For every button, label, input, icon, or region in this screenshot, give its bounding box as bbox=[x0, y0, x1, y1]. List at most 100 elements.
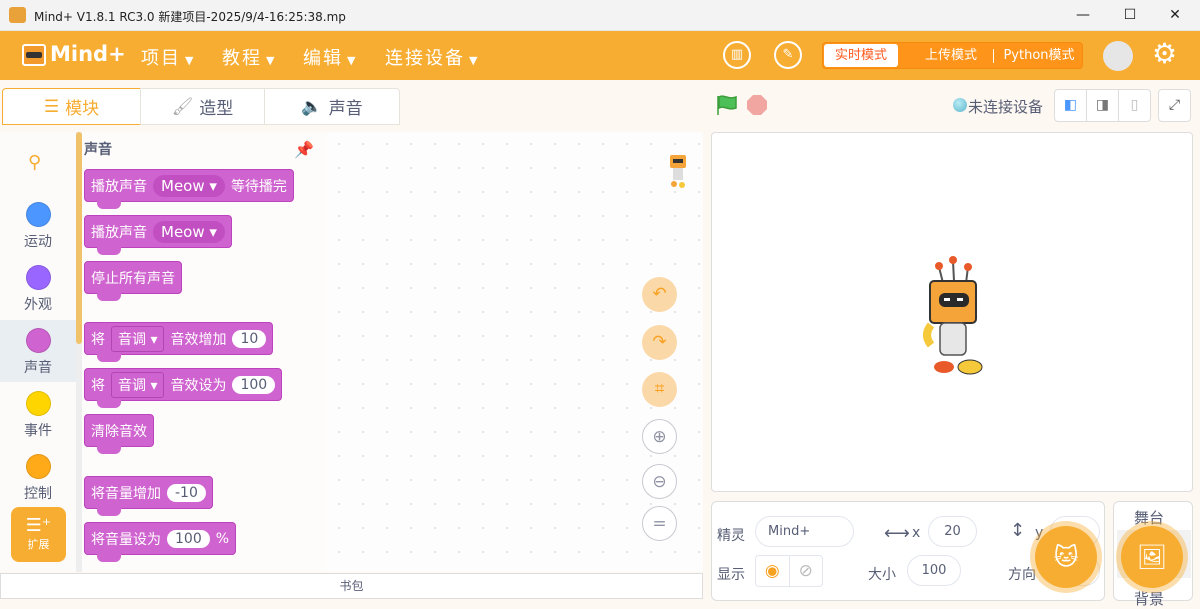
block-text: 停止所有声音 bbox=[91, 270, 175, 287]
category-label: 声音 bbox=[24, 360, 52, 376]
blocks-icon: ☰ bbox=[43, 96, 60, 117]
category-label: 外观 bbox=[24, 297, 52, 313]
close-button[interactable]: ✕ bbox=[1155, 4, 1195, 26]
number-input[interactable]: 100 bbox=[167, 529, 210, 548]
category-0[interactable]: 运动 bbox=[0, 194, 76, 256]
block-text: 音效增加 bbox=[170, 331, 227, 348]
category-dot-icon bbox=[25, 265, 51, 290]
pin-icon[interactable]: 📌 bbox=[294, 140, 314, 159]
mode-switch: 实时模式 上传模式 Python模式 bbox=[822, 42, 1083, 69]
block-text: 播放声音 bbox=[91, 178, 147, 195]
sound-block[interactable]: 播放声音 Meow ▾ 等待播完 bbox=[84, 169, 294, 209]
block-text: 将 bbox=[91, 331, 105, 348]
block-text: 将音量设为 bbox=[91, 531, 161, 548]
menu-project[interactable]: 项目 ▼ bbox=[141, 44, 195, 70]
category-4[interactable]: 控制 bbox=[0, 446, 76, 508]
backdrop-label: 背景 bbox=[1134, 590, 1165, 608]
effect-dropdown[interactable]: 音调 ▾ bbox=[111, 325, 165, 352]
add-backdrop-icon[interactable]: 🖼 bbox=[1121, 526, 1183, 588]
mind-plus-robot-sprite[interactable] bbox=[917, 253, 997, 393]
backpack[interactable]: 书包 bbox=[0, 573, 703, 599]
visibility-toggle: ◉ ⊘ bbox=[755, 555, 823, 587]
sprite-label: 精灵 bbox=[717, 528, 745, 544]
extension-icon: ☰⁺ bbox=[25, 515, 52, 536]
sound-dropdown[interactable]: Meow ▾ bbox=[153, 220, 225, 243]
number-input[interactable]: 100 bbox=[232, 375, 276, 394]
menu-bar: Mind+ 项目 ▼ 教程 ▼ 编辑 ▼ 连接设备 ▼ ▥ ✎ 实时模式 上传模式 Py… bbox=[0, 31, 1200, 80]
stop-icon[interactable] bbox=[746, 94, 768, 116]
category-dot-icon bbox=[25, 328, 51, 353]
sprite-name-input[interactable]: Mind+ bbox=[755, 516, 854, 547]
zoom-reset-icon[interactable]: = bbox=[642, 506, 677, 541]
category-dot-icon bbox=[25, 454, 51, 479]
zoom-out-icon[interactable]: ⊖ bbox=[642, 464, 677, 499]
category-3[interactable]: 事件 bbox=[0, 383, 76, 445]
number-input[interactable]: 10 bbox=[232, 329, 267, 348]
block-text: % bbox=[215, 530, 230, 547]
block-text: 清除音效 bbox=[91, 423, 147, 440]
sound-block[interactable]: 将音调 ▾ 音效设为 100 bbox=[84, 368, 283, 408]
undo-icon[interactable]: ↶ bbox=[642, 277, 677, 312]
device-status-icon bbox=[953, 98, 967, 112]
user-avatar[interactable] bbox=[1103, 41, 1133, 71]
add-sprite-icon[interactable]: 🐱 bbox=[1035, 526, 1097, 588]
logo-robot-icon bbox=[22, 44, 46, 66]
block-text: 音效设为 bbox=[170, 377, 227, 394]
layout-small-stage-button[interactable]: ◧ bbox=[1054, 89, 1087, 122]
green-flag-icon[interactable] bbox=[716, 95, 738, 115]
menu-edit[interactable]: 编辑 ▼ bbox=[303, 44, 357, 70]
tab-sounds[interactable]: 🔈 声音 bbox=[264, 88, 400, 125]
stage-title: 舞台 bbox=[1134, 509, 1165, 527]
edit-icon[interactable]: ✎ bbox=[774, 41, 802, 69]
category-1[interactable]: 外观 bbox=[0, 257, 76, 319]
effect-dropdown[interactable]: 音调 ▾ bbox=[111, 371, 165, 398]
show-eye-icon[interactable]: ◉ bbox=[756, 556, 790, 586]
block-text: 将 bbox=[91, 377, 105, 394]
category-dot-icon bbox=[25, 391, 51, 416]
stage[interactable] bbox=[711, 132, 1193, 492]
block-text: 播放声音 bbox=[91, 224, 147, 241]
hide-eye-icon[interactable]: ⊘ bbox=[790, 556, 823, 586]
layout-hide-stage-button[interactable]: ▯ bbox=[1118, 89, 1151, 122]
category-label: 运动 bbox=[24, 234, 52, 250]
sound-block[interactable]: 清除音效 bbox=[84, 414, 154, 454]
settings-gear-icon[interactable]: ⚙ bbox=[1152, 39, 1177, 69]
sound-block[interactable]: 停止所有声音 bbox=[84, 261, 182, 301]
extension-button[interactable]: ☰⁺ 扩展 bbox=[11, 507, 66, 562]
palette-title: 声音 bbox=[84, 142, 112, 158]
crop-icon[interactable]: ⌗ bbox=[642, 372, 677, 407]
horizontal-arrows-icon: ⟷ bbox=[884, 523, 910, 544]
category-label: 事件 bbox=[24, 423, 52, 439]
x-input[interactable]: 20 bbox=[928, 516, 977, 547]
block-text: 将音量增加 bbox=[91, 485, 161, 502]
show-label: 显示 bbox=[717, 567, 745, 583]
mode-realtime[interactable]: 实时模式 bbox=[824, 44, 898, 67]
menu-tutorial[interactable]: 教程 ▼ bbox=[222, 44, 276, 70]
number-input[interactable]: -10 bbox=[167, 483, 206, 502]
dashboard-icon[interactable]: ▥ bbox=[723, 41, 751, 69]
size-label: 大小 bbox=[868, 567, 896, 583]
category-2[interactable]: 声音 bbox=[0, 320, 76, 382]
tab-blocks[interactable]: ☰ 模块 bbox=[2, 88, 141, 125]
sound-block[interactable]: 将音量设为 100% bbox=[84, 522, 237, 562]
minimize-button[interactable]: — bbox=[1063, 4, 1103, 26]
sound-block[interactable]: 将音量增加 -10 bbox=[84, 476, 213, 516]
sound-block[interactable]: 播放声音 Meow ▾ bbox=[84, 215, 232, 255]
maximize-button[interactable]: ☐ bbox=[1110, 4, 1150, 26]
mode-python[interactable]: Python模式 bbox=[995, 43, 1083, 68]
sound-dropdown[interactable]: Meow ▾ bbox=[153, 174, 225, 197]
brush-icon: 🖌 bbox=[171, 96, 194, 117]
tab-costumes[interactable]: 🖌 造型 bbox=[140, 88, 265, 125]
size-input[interactable]: 100 bbox=[907, 555, 961, 586]
mode-upload[interactable]: 上传模式 bbox=[909, 43, 993, 68]
sound-block[interactable]: 将音调 ▾ 音效增加 10 bbox=[84, 322, 274, 362]
zoom-in-icon[interactable]: ⊕ bbox=[642, 419, 677, 454]
title-bar: Mind+ V1.8.1 RC3.0 新建项目-2025/9/4-16:25:3… bbox=[0, 0, 1200, 31]
menu-connect-device[interactable]: 连接设备 ▼ bbox=[385, 44, 479, 70]
redo-icon[interactable]: ↷ bbox=[642, 325, 677, 360]
layout-normal-stage-button[interactable]: ◨ bbox=[1086, 89, 1119, 122]
fullscreen-icon[interactable]: ⤢ bbox=[1158, 89, 1191, 122]
vertical-arrows-icon: ↕ bbox=[1010, 520, 1026, 541]
search-icon[interactable]: ⚲ bbox=[28, 152, 41, 173]
device-status: 未连接设备 bbox=[968, 98, 1044, 116]
